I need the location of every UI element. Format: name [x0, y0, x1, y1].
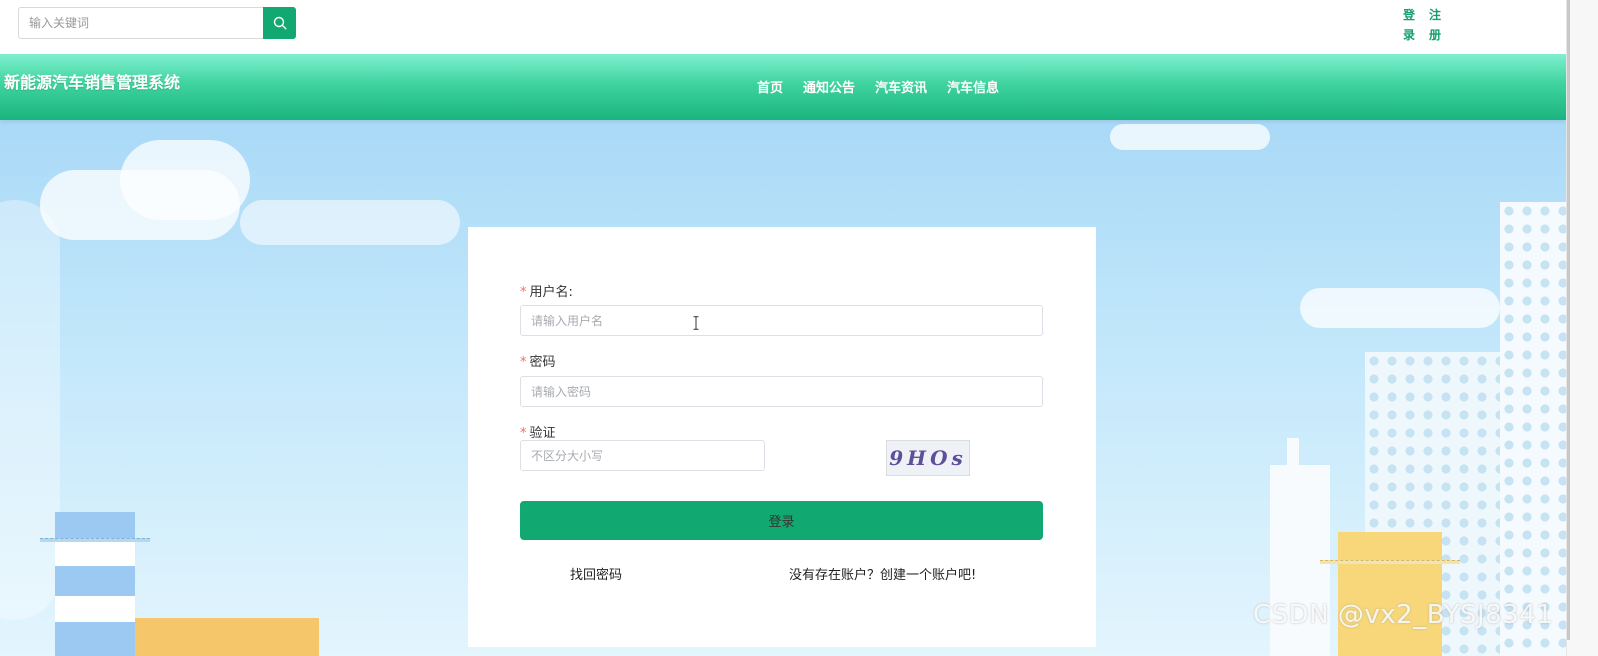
- vertical-scrollbar[interactable]: [1566, 0, 1598, 656]
- forgot-password-link[interactable]: 找回密码: [570, 564, 622, 583]
- watermark: CSDN @vx2_BYSJ8341: [1253, 600, 1554, 630]
- password-input[interactable]: [520, 376, 1043, 407]
- cloud-shape: [240, 200, 460, 245]
- username-label: * 用户名:: [520, 281, 573, 300]
- create-account-link[interactable]: 没有存在账户？创建一个账户吧!: [789, 564, 976, 583]
- username-label-text: 用户名:: [529, 285, 573, 300]
- login-button[interactable]: 登录: [520, 501, 1043, 540]
- search-icon: [273, 16, 287, 30]
- password-label: * 密码: [520, 351, 556, 370]
- password-label-text: 密码: [529, 355, 556, 370]
- captcha-input[interactable]: [520, 440, 765, 471]
- nav-bar: 新能源汽车销售管理系统 首页 通知公告 汽车资讯 汽车信息: [0, 54, 1566, 120]
- scroll-thumb[interactable]: [1567, 0, 1570, 640]
- building-ledge: [1320, 560, 1460, 564]
- nav-item-home[interactable]: 首页: [757, 77, 783, 96]
- search-input[interactable]: [18, 7, 263, 39]
- auth-links: 登录 注册: [1402, 5, 1442, 45]
- captcha-image[interactable]: 9HOs: [886, 440, 970, 476]
- building-stripe: [55, 540, 135, 566]
- captcha-label-text: 验证: [529, 426, 556, 441]
- required-mark: *: [520, 285, 527, 300]
- nav-item-notices[interactable]: 通知公告: [803, 77, 855, 96]
- building-spire: [1287, 438, 1299, 468]
- username-input[interactable]: [520, 305, 1043, 336]
- building-shape: [55, 512, 135, 656]
- top-bar: 登录 注册: [0, 0, 1598, 54]
- cloud-shape: [1300, 288, 1500, 328]
- required-mark: *: [520, 426, 527, 441]
- captcha-label: * 验证: [520, 422, 556, 441]
- site-title: 新能源汽车销售管理系统: [4, 73, 181, 92]
- cloud-shape: [1110, 124, 1270, 150]
- search-bar: [18, 7, 296, 39]
- building-ledge: [40, 538, 150, 542]
- nav-item-car-news[interactable]: 汽车资讯: [875, 77, 927, 96]
- search-button[interactable]: [263, 7, 296, 39]
- building-shape: [135, 618, 319, 656]
- building-stripe: [55, 596, 135, 622]
- building-shape: [1338, 532, 1442, 656]
- register-link[interactable]: 注册: [1428, 5, 1442, 45]
- nav-item-car-info[interactable]: 汽车信息: [947, 77, 999, 96]
- text-cursor-icon: [693, 316, 699, 330]
- building-shape: [1500, 202, 1566, 656]
- captcha-text: 9HOs: [889, 446, 967, 470]
- cloud-shape: [120, 140, 250, 220]
- cloud-shape: [0, 200, 60, 620]
- required-mark: *: [520, 355, 527, 370]
- nav-menu: 首页 通知公告 汽车资讯 汽车信息: [757, 77, 999, 96]
- login-link[interactable]: 登录: [1402, 5, 1416, 45]
- login-card: *用户名: *密码 *验证 9HOs 登录 找回密码 没有存在账户？创建一个账户…: [468, 227, 1096, 647]
